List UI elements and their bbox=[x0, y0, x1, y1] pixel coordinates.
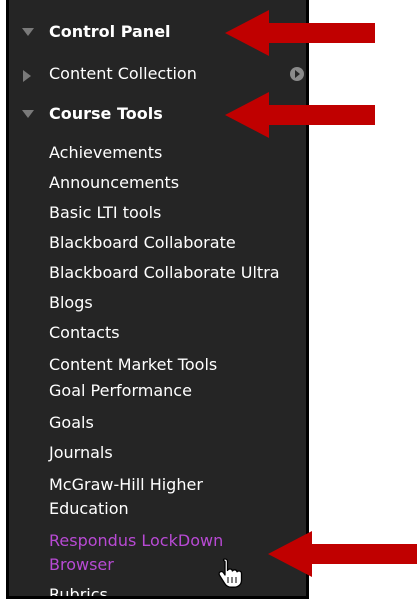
tool-announcements[interactable]: Announcements bbox=[49, 172, 179, 194]
tool-content-market-tools[interactable]: Content Market Tools bbox=[49, 354, 217, 376]
tool-mcgraw-hill-line2[interactable]: Education bbox=[49, 498, 129, 520]
tool-respondus-line1[interactable]: Respondus LockDown bbox=[49, 530, 223, 552]
tool-blogs[interactable]: Blogs bbox=[49, 292, 93, 314]
expand-right-icon bbox=[23, 70, 31, 82]
control-panel-label: Control Panel bbox=[49, 22, 171, 41]
tool-respondus-line2[interactable]: Browser bbox=[49, 554, 114, 576]
content-collection-label: Content Collection bbox=[49, 64, 197, 83]
tool-basic-lti-tools[interactable]: Basic LTI tools bbox=[49, 202, 161, 224]
tool-achievements[interactable]: Achievements bbox=[49, 142, 162, 164]
content-collection-item[interactable]: Content Collection bbox=[9, 56, 306, 92]
tool-contacts[interactable]: Contacts bbox=[49, 322, 120, 344]
annotation-arrow bbox=[225, 10, 375, 56]
annotation-arrow bbox=[268, 531, 417, 577]
annotation-arrow bbox=[225, 92, 375, 138]
tool-blackboard-collaborate-ultra[interactable]: Blackboard Collaborate Ultra bbox=[49, 262, 280, 284]
go-arrow-icon[interactable] bbox=[290, 67, 304, 81]
expand-down-icon bbox=[22, 110, 34, 118]
course-tools-label: Course Tools bbox=[49, 104, 163, 123]
tool-blackboard-collaborate[interactable]: Blackboard Collaborate bbox=[49, 232, 236, 254]
control-panel-sidebar: Control Panel Content Collection Course … bbox=[6, 0, 309, 599]
tool-rubrics[interactable]: Rubrics bbox=[49, 584, 108, 596]
tool-mcgraw-hill-line1[interactable]: McGraw-Hill Higher bbox=[49, 474, 203, 496]
tool-goals[interactable]: Goals bbox=[49, 412, 94, 434]
hand-cursor-icon bbox=[218, 558, 243, 588]
tool-goal-performance[interactable]: Goal Performance bbox=[49, 380, 192, 402]
tool-journals[interactable]: Journals bbox=[49, 442, 113, 464]
expand-down-icon bbox=[22, 28, 34, 36]
